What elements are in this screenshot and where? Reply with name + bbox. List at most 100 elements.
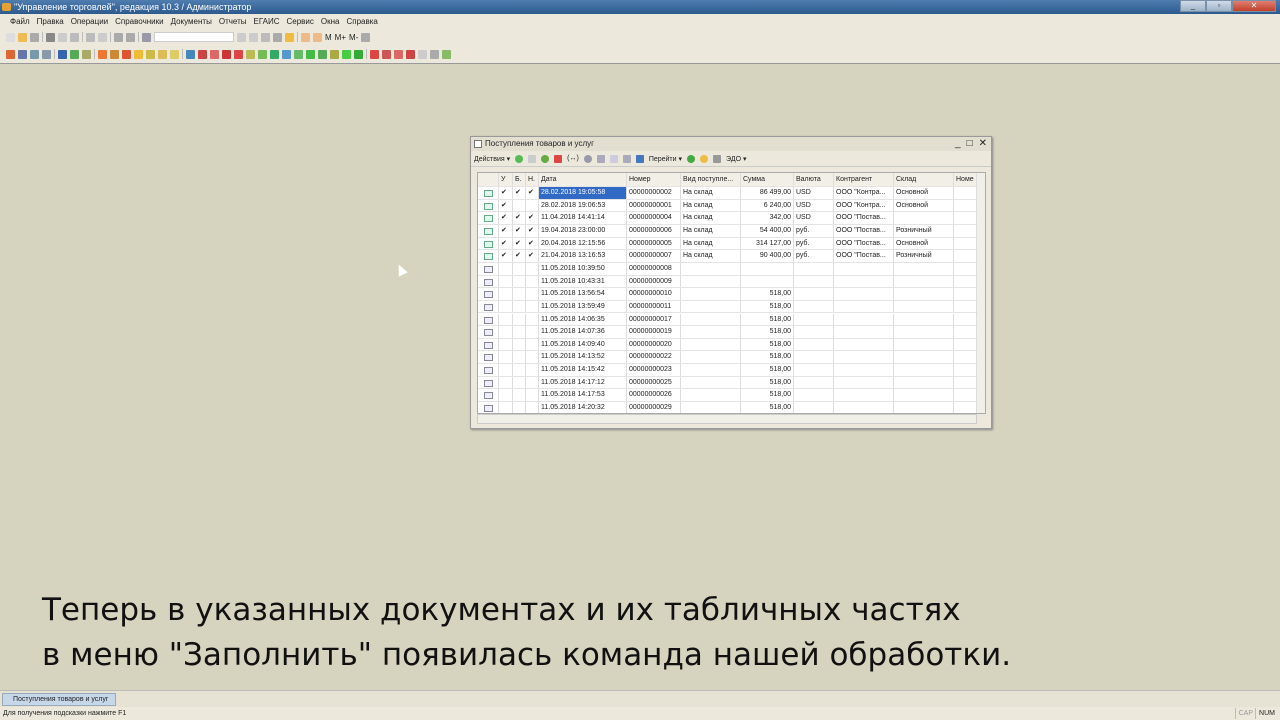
taskbar-item-receipts[interactable]: Поступления товаров и услуг <box>2 693 116 706</box>
column-header[interactable]: Номе <box>954 173 977 186</box>
window-maximize-button[interactable]: □ <box>967 137 973 151</box>
table-row[interactable]: ✔ ✔ ✔ 11.04.2018 14:41:14 00000000004 На скла… <box>478 212 978 225</box>
restore-button[interactable]: ▫ <box>1206 0 1232 12</box>
menu-item-3[interactable]: Справочники <box>115 17 163 26</box>
toolbar-icon[interactable] <box>98 32 107 42</box>
toolbar-icon[interactable] <box>370 49 379 59</box>
menu-item-6[interactable]: ЕГАИС <box>254 17 280 26</box>
toolbar-icon[interactable] <box>142 32 151 42</box>
memory-button[interactable]: M- <box>349 33 358 42</box>
goto-menu-button[interactable]: Перейти ▾ <box>649 155 682 163</box>
toolbar-icon[interactable] <box>58 49 67 59</box>
menu-item-7[interactable]: Сервис <box>287 17 314 26</box>
add-icon[interactable] <box>515 154 524 163</box>
toolbar-icon[interactable] <box>394 49 403 59</box>
toolbar-icon[interactable] <box>282 49 291 59</box>
toolbar-icon[interactable] <box>249 32 258 42</box>
table-row[interactable]: 11.05.2018 10:43:31 00000000009 <box>478 275 978 289</box>
toolbar-icon[interactable] <box>58 32 67 42</box>
toolbar-icon[interactable] <box>70 49 79 59</box>
toolbar-icon[interactable] <box>406 49 415 59</box>
window-close-button[interactable]: ✕ <box>979 137 987 151</box>
toolbar-icon[interactable] <box>30 49 39 59</box>
column-header[interactable]: Дата <box>539 173 627 186</box>
toolbar-icon[interactable] <box>354 49 363 59</box>
toolbar-icon[interactable] <box>246 49 255 59</box>
minimize-button[interactable]: _ <box>1180 0 1206 12</box>
enter-based-icon[interactable] <box>635 154 644 163</box>
delete-icon[interactable] <box>554 154 563 163</box>
table-row[interactable]: 11.05.2018 14:07:36 00000000019 518,00 <box>478 326 978 339</box>
toolbar-icon[interactable] <box>146 49 155 59</box>
table-row[interactable]: ✔ ✔ ✔ 21.04.2018 13:16:53 00000000007 На скла… <box>478 250 978 263</box>
toolbar-icon[interactable] <box>261 32 270 42</box>
table-row[interactable]: 11.05.2018 13:59:49 00000000011 518,00 <box>478 300 978 314</box>
table-row[interactable]: ✔ ✔ ✔ 20.04.2018 12:15:56 00000000005 На скла… <box>478 237 978 251</box>
column-header[interactable]: Склад <box>894 173 954 186</box>
toolbar-icon[interactable] <box>418 49 427 59</box>
toolbar-icon[interactable] <box>301 32 310 42</box>
column-header[interactable]: У <box>499 173 513 186</box>
toolbar-icon[interactable] <box>270 49 279 59</box>
filter-list-icon[interactable] <box>622 154 631 163</box>
toolbar-icon[interactable] <box>222 49 231 59</box>
toolbar-icon[interactable] <box>318 49 327 59</box>
toolbar-icon[interactable] <box>134 49 143 59</box>
edit-icon[interactable] <box>541 154 550 163</box>
table-row[interactable]: 11.05.2018 14:09:40 00000000020 518,00 <box>478 338 978 352</box>
menu-item-1[interactable]: Правка <box>37 17 64 26</box>
toolbar-icon[interactable] <box>330 49 339 59</box>
menu-item-9[interactable]: Справка <box>347 17 378 26</box>
menu-item-8[interactable]: Окна <box>321 17 340 26</box>
table-row[interactable]: 11.05.2018 14:06:35 00000000017 518,00 <box>478 313 978 327</box>
toolbar-icon[interactable] <box>110 49 119 59</box>
table-row[interactable]: 11.05.2018 13:56:54 00000000010 518,00 <box>478 288 978 301</box>
toolbar-icon[interactable] <box>361 32 371 42</box>
toolbar-icon[interactable] <box>158 49 167 59</box>
table-row[interactable]: ✔ ✔ ✔ 28.02.2018 19:05:58 00000000002 На скла… <box>478 187 978 200</box>
toolbar-icon[interactable] <box>237 32 246 42</box>
print-icon[interactable] <box>713 154 722 163</box>
close-button[interactable]: ✕ <box>1232 0 1276 12</box>
toolbar-icon[interactable] <box>234 49 243 59</box>
toolbar-icon[interactable] <box>6 32 15 42</box>
toolbar-icon[interactable] <box>122 49 131 59</box>
toolbar-icon[interactable] <box>306 49 315 59</box>
column-header[interactable]: Сумма <box>741 173 794 186</box>
refresh-icon[interactable] <box>687 154 696 163</box>
table-row[interactable]: 11.05.2018 14:20:32 00000000029 518,00 <box>478 402 978 413</box>
actions-menu-button[interactable]: Действия ▾ <box>474 155 510 163</box>
toolbar-icon[interactable] <box>186 49 195 59</box>
toolbar-icon[interactable] <box>170 49 179 59</box>
copy-icon[interactable] <box>528 154 537 163</box>
horizontal-scrollbar[interactable] <box>477 414 977 424</box>
toolbar-icon[interactable] <box>258 49 267 59</box>
toolbar-icon[interactable] <box>42 49 51 59</box>
toolbar-icon[interactable] <box>430 49 439 59</box>
menu-item-4[interactable]: Документы <box>171 17 212 26</box>
menu-item-2[interactable]: Операции <box>71 17 108 26</box>
toolbar-icon[interactable] <box>313 32 322 42</box>
toolbar-icon[interactable] <box>82 49 91 59</box>
toolbar-icon[interactable] <box>126 32 135 42</box>
toolbar-icon[interactable] <box>210 49 219 59</box>
toolbar-icon[interactable] <box>18 32 27 42</box>
filter-clear-icon[interactable] <box>609 154 618 163</box>
table-row[interactable]: 11.05.2018 14:15:42 00000000023 518,00 <box>478 364 978 377</box>
column-header[interactable]: Н. <box>526 173 539 186</box>
memory-button[interactable]: M <box>325 33 332 42</box>
table-row[interactable]: 11.05.2018 14:17:12 00000000025 518,00 <box>478 376 978 390</box>
menu-item-5[interactable]: Отчеты <box>219 17 247 26</box>
window-minimize-button[interactable]: _ <box>955 137 961 151</box>
table-row[interactable]: 11.05.2018 14:17:53 00000000026 518,00 <box>478 389 978 403</box>
column-header[interactable]: Валюта <box>794 173 834 186</box>
toolbar-icon[interactable] <box>46 32 55 42</box>
toolbar-icon[interactable] <box>285 32 294 42</box>
memory-button[interactable]: M+ <box>335 33 346 42</box>
interval-icon[interactable]: (↔) <box>567 155 579 162</box>
toolbar-icon[interactable] <box>18 49 27 59</box>
find-icon[interactable] <box>583 154 592 163</box>
toolbar-icon[interactable] <box>6 49 15 59</box>
menu-item-0[interactable]: Файл <box>10 17 30 26</box>
toolbar-icon[interactable] <box>30 32 39 42</box>
